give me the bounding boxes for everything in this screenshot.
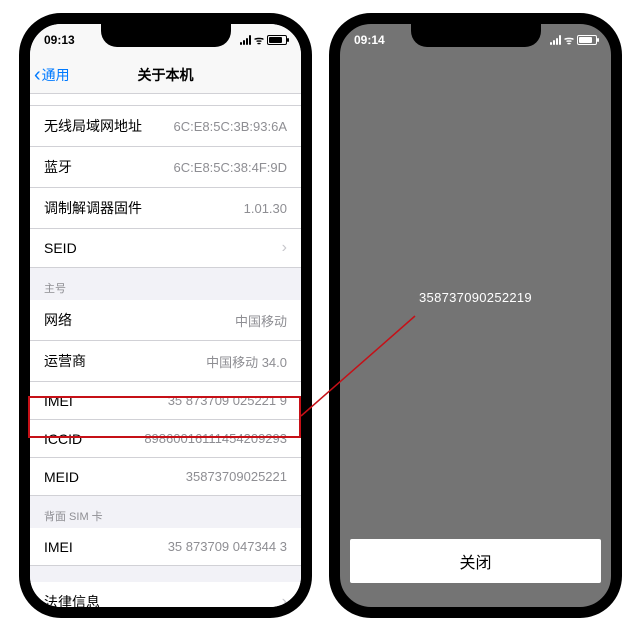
row-value: 6C:E8:5C:38:4F:9D — [174, 160, 287, 175]
settings-list[interactable]: 无线局域网地址 6C:E8:5C:3B:93:6A 蓝牙 6C:E8:5C:38… — [30, 94, 301, 607]
meid-display: 358737090252219 — [340, 56, 611, 539]
row-value: 35 873709 047344 3 — [168, 539, 287, 554]
row-bluetooth[interactable]: 蓝牙 6C:E8:5C:38:4F:9D — [30, 147, 301, 188]
row-label: IMEI — [44, 393, 73, 409]
status-icons: ᯤ — [550, 33, 597, 48]
group-header-main-sim: 主号 — [30, 268, 301, 300]
phone-left: 09:13 ᯤ ‹ 通用 关于本机 无线局域网地址 6C:E8:5C:3B:93… — [19, 13, 312, 618]
row-value: 中国移动 34.0 — [206, 352, 287, 371]
row-value: 35873709025221 — [186, 469, 287, 484]
row-label: ICCID — [44, 431, 82, 447]
chevron-left-icon: ‹ — [34, 65, 42, 85]
row-value: 中国移动 — [235, 311, 287, 330]
row-label: 法律信息 — [44, 592, 100, 607]
row-label: 调制解调器固件 — [44, 198, 142, 218]
row-label: 蓝牙 — [44, 157, 72, 177]
status-time: 09:13 — [44, 33, 75, 47]
row-value: 35 873709 025221 9 — [168, 393, 287, 408]
wifi-icon: ᯤ — [564, 33, 574, 48]
row-value: 6C:E8:5C:3B:93:6A — [174, 119, 287, 134]
battery-icon — [577, 35, 597, 45]
row-seid[interactable]: SEID › — [30, 229, 301, 268]
close-label: 关闭 — [459, 549, 491, 573]
row-label: 无线局域网地址 — [44, 116, 142, 136]
row-label: IMEI — [44, 539, 73, 555]
battery-icon — [267, 35, 287, 45]
notch — [101, 23, 231, 47]
wifi-icon: ᯤ — [254, 33, 264, 48]
row-label: 运营商 — [44, 351, 86, 371]
row-wlan[interactable]: 无线局域网地址 6C:E8:5C:3B:93:6A — [30, 106, 301, 147]
signal-icon — [550, 35, 561, 45]
row-iccid[interactable]: ICCID 89860016111454209293 — [30, 420, 301, 458]
page-title: 关于本机 — [138, 65, 194, 85]
nav-bar: ‹ 通用 关于本机 — [30, 56, 301, 94]
status-icons: ᯤ — [240, 33, 287, 48]
row-meid[interactable]: MEID 35873709025221 — [30, 458, 301, 496]
row-imei-2[interactable]: IMEI 35 873709 047344 3 — [30, 528, 301, 566]
row-label: MEID — [44, 469, 79, 485]
status-time: 09:14 — [354, 33, 385, 47]
back-button[interactable]: ‹ 通用 — [34, 65, 70, 85]
row-carrier[interactable]: 运营商 中国移动 34.0 — [30, 341, 301, 382]
row-network[interactable]: 网络 中国移动 — [30, 300, 301, 341]
table-row-partial — [30, 94, 301, 106]
row-label: SEID — [44, 240, 77, 256]
row-legal[interactable]: 法律信息 › — [30, 582, 301, 607]
group-spacer — [30, 566, 301, 582]
notch — [411, 23, 541, 47]
chevron-right-icon: › — [276, 593, 287, 607]
row-modem-firmware[interactable]: 调制解调器固件 1.01.30 — [30, 188, 301, 229]
chevron-right-icon: › — [276, 239, 287, 257]
meid-value: 358737090252219 — [419, 290, 532, 305]
group-header-back-sim: 背面 SIM 卡 — [30, 496, 301, 528]
row-label: 网络 — [44, 310, 72, 330]
back-label: 通用 — [42, 65, 70, 85]
row-value: 1.01.30 — [244, 201, 287, 216]
phone-right: 09:14 ᯤ 358737090252219 关闭 — [329, 13, 622, 618]
row-value: 89860016111454209293 — [144, 431, 287, 446]
row-imei[interactable]: IMEI 35 873709 025221 9 — [30, 382, 301, 420]
signal-icon — [240, 35, 251, 45]
close-button[interactable]: 关闭 — [350, 539, 601, 583]
